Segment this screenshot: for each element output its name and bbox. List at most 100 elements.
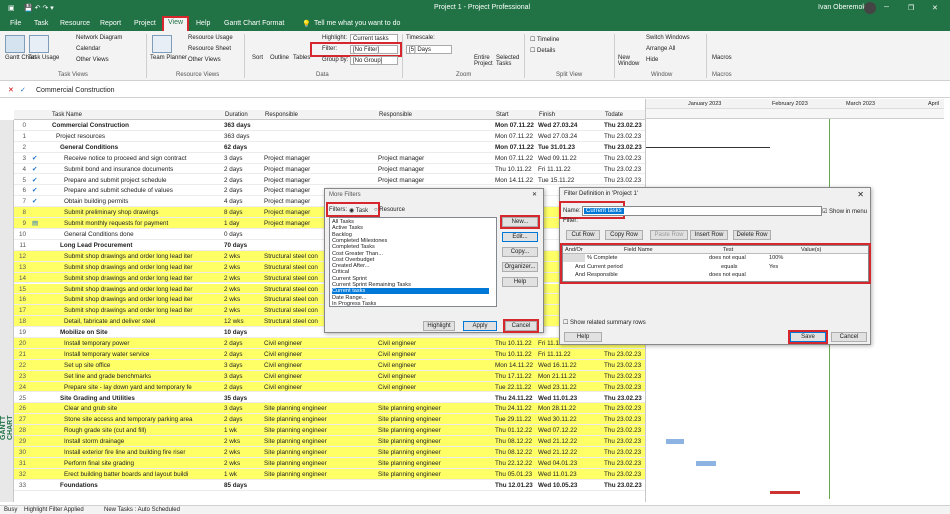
team-planner-icon[interactable] [152, 35, 172, 53]
cancel-button[interactable]: Cancel [831, 332, 867, 342]
table-row[interactable]: 27 Stone site access and temporary parkin… [14, 414, 645, 426]
team-planner-button[interactable]: Team Planner [150, 55, 187, 61]
filter-list-item[interactable]: Current Sprint Remaining Tasks [332, 282, 411, 288]
show-summary-checkbox[interactable]: ☐ Show related summary rows [563, 319, 646, 326]
calendar-button[interactable]: Calendar [76, 46, 100, 52]
entry-input[interactable]: Commercial Construction [36, 87, 115, 94]
table-row[interactable]: 1 Project resources 363 days Mon 07.11.22 We… [14, 131, 645, 142]
table-row[interactable]: 23 Set line and grade benchmarks 3 days Civ… [14, 370, 645, 382]
table-row[interactable]: 25 Site Grading and Utilities 35 days Thu 2… [14, 393, 645, 404]
highlight-combo[interactable]: Current tasks [350, 34, 398, 43]
task-radio[interactable]: ◉ Task [349, 207, 368, 214]
resource-other-views-button[interactable]: Other Views [188, 57, 221, 63]
table-row[interactable]: 33 Foundations 85 days Thu 12.01.23 Wed 10.0… [14, 480, 645, 491]
copy-row-button[interactable]: Copy Row [605, 230, 643, 240]
table-row[interactable]: 30 Install exterior fire line and buildin… [14, 447, 645, 458]
insert-row-button[interactable]: Insert Row [690, 230, 728, 240]
timescale-combo[interactable]: [5] Days [406, 45, 452, 54]
help-button[interactable]: Help [564, 332, 602, 342]
name-input[interactable]: Current tasks [582, 206, 822, 216]
filter-list-item[interactable]: Completed Tasks [332, 244, 375, 250]
table-row[interactable]: 5 ✔ Prepare and submit project schedule 2 d… [14, 175, 645, 186]
criteria-field[interactable]: Current period [587, 264, 623, 270]
criteria-and-or[interactable]: And [575, 264, 585, 270]
criteria-test[interactable]: does not equal [709, 255, 746, 261]
entire-project-button[interactable]: Entire Project [474, 55, 494, 67]
resource-sheet-button[interactable]: Resource Sheet [188, 46, 231, 52]
tab-file[interactable]: File [10, 20, 21, 27]
selected-tasks-button[interactable]: Selected Tasks [496, 55, 520, 67]
table-row[interactable]: 2 General Conditions 62 days Mon 07.11.22 Tu… [14, 142, 645, 153]
filter-list[interactable]: All Tasks Active Tasks Backlog Completed Mi… [329, 217, 497, 307]
filter-list-item[interactable]: Current tasks [332, 288, 489, 295]
filter-list-item[interactable]: Critical [332, 269, 349, 275]
filter-list-item[interactable]: All Tasks [332, 219, 354, 225]
sort-button[interactable]: Sort [252, 55, 263, 61]
criteria-field[interactable]: Responsible [587, 272, 618, 278]
help-button[interactable]: Help [502, 277, 538, 287]
tab-help[interactable]: Help [196, 20, 210, 27]
show-in-menu-checkbox[interactable]: ☑ Show in menu [822, 208, 867, 215]
col-todate[interactable]: Todate [605, 112, 623, 118]
group-by-combo[interactable]: [No Group] [350, 56, 398, 65]
avatar[interactable] [864, 2, 876, 14]
filter-list-item[interactable]: Created After... [332, 263, 369, 269]
table-row[interactable]: 32 Erect building batter boards and layou… [14, 468, 645, 480]
filter-list-item[interactable]: Backlog [332, 232, 352, 238]
copy-filter-button[interactable]: Copy... [502, 247, 538, 257]
criteria-value[interactable]: 100% [769, 255, 783, 261]
tables-button[interactable]: Tables [293, 55, 310, 61]
criteria-test[interactable]: does not equal [709, 272, 746, 278]
col-finish[interactable]: Finish [539, 112, 555, 118]
cancel-entry-icon[interactable]: ✕ [8, 86, 14, 94]
table-row[interactable]: 3 ✔ Receive notice to proceed and sign con… [14, 153, 645, 164]
tab-report[interactable]: Report [100, 20, 121, 27]
table-row[interactable]: 31 Perform final site grading 2 wks Site pl… [14, 457, 645, 469]
close-icon[interactable]: ✕ [532, 191, 537, 198]
network-diagram-button[interactable]: Network Diagram [76, 35, 122, 41]
tell-me-box[interactable]: Tell me what you want to do [314, 20, 400, 27]
table-row[interactable]: 4 ✔ Submit bond and insurance documents 2 d… [14, 164, 645, 175]
criteria-value[interactable]: Yes [769, 264, 778, 270]
gantt-chart-icon[interactable] [5, 35, 25, 53]
switch-windows-button[interactable]: Switch Windows [646, 35, 690, 41]
tab-project[interactable]: Project [134, 20, 156, 27]
resource-radio[interactable]: ○ Resource [374, 207, 405, 213]
quick-access-toolbar[interactable]: 💾 ↶ ↷ ▾ [24, 4, 54, 12]
table-row[interactable]: 22 Set up site office 3 days Civil engineer… [14, 359, 645, 371]
other-views-button[interactable]: Other Views [76, 57, 109, 63]
organizer-button[interactable]: Organizer... [502, 262, 538, 272]
outline-button[interactable]: Outline [270, 55, 289, 61]
arrange-all-button[interactable]: Arrange All [646, 46, 675, 52]
paste-row-button[interactable]: Paste Row [650, 230, 688, 240]
user-name[interactable]: Ivan Oberemok [818, 4, 866, 11]
new-filter-button[interactable]: New... [500, 215, 540, 229]
table-row[interactable]: 21 Install temporary water service 2 days C… [14, 348, 645, 360]
filter-list-item[interactable]: Current Sprint [332, 276, 367, 282]
details-checkbox[interactable]: ☐ Details [530, 47, 555, 54]
task-usage-icon[interactable] [29, 35, 49, 53]
highlight-button[interactable]: Highlight [423, 321, 455, 331]
cancel-button[interactable]: Cancel [503, 319, 539, 333]
tab-gantt-format[interactable]: Gantt Chart Format [224, 20, 284, 27]
filter-list-item[interactable]: Cost Overbudget [332, 257, 374, 263]
hide-button[interactable]: Hide [646, 57, 658, 63]
filter-combo[interactable]: [No Filter] [350, 45, 398, 54]
criteria-test[interactable]: equals [721, 264, 737, 270]
cut-row-button[interactable]: Cut Row [566, 230, 600, 240]
resource-usage-button[interactable]: Resource Usage [188, 35, 233, 41]
close-icon[interactable]: ✕ [857, 190, 864, 199]
tab-resource[interactable]: Resource [60, 20, 90, 27]
col-responsible[interactable]: Responsible [265, 112, 298, 118]
timeline-checkbox[interactable]: ☐ Timeline [530, 36, 559, 43]
table-row[interactable]: 26 Clear and grub site 3 days Site planning… [14, 403, 645, 415]
new-window-button[interactable]: New Window [618, 55, 640, 67]
col-start[interactable]: Start [496, 112, 509, 118]
restore-icon[interactable]: ❐ [908, 4, 914, 12]
macros-button[interactable]: Macros [712, 55, 732, 61]
filter-list-item[interactable]: Active Tasks [332, 225, 363, 231]
tab-task[interactable]: Task [34, 20, 48, 27]
table-row[interactable]: 29 Install storm drainage 2 wks Site planni… [14, 436, 645, 447]
table-row[interactable]: 24 Prepare site - lay down yard and tempo… [14, 381, 645, 393]
edit-filter-button[interactable]: Edit... [502, 232, 538, 242]
